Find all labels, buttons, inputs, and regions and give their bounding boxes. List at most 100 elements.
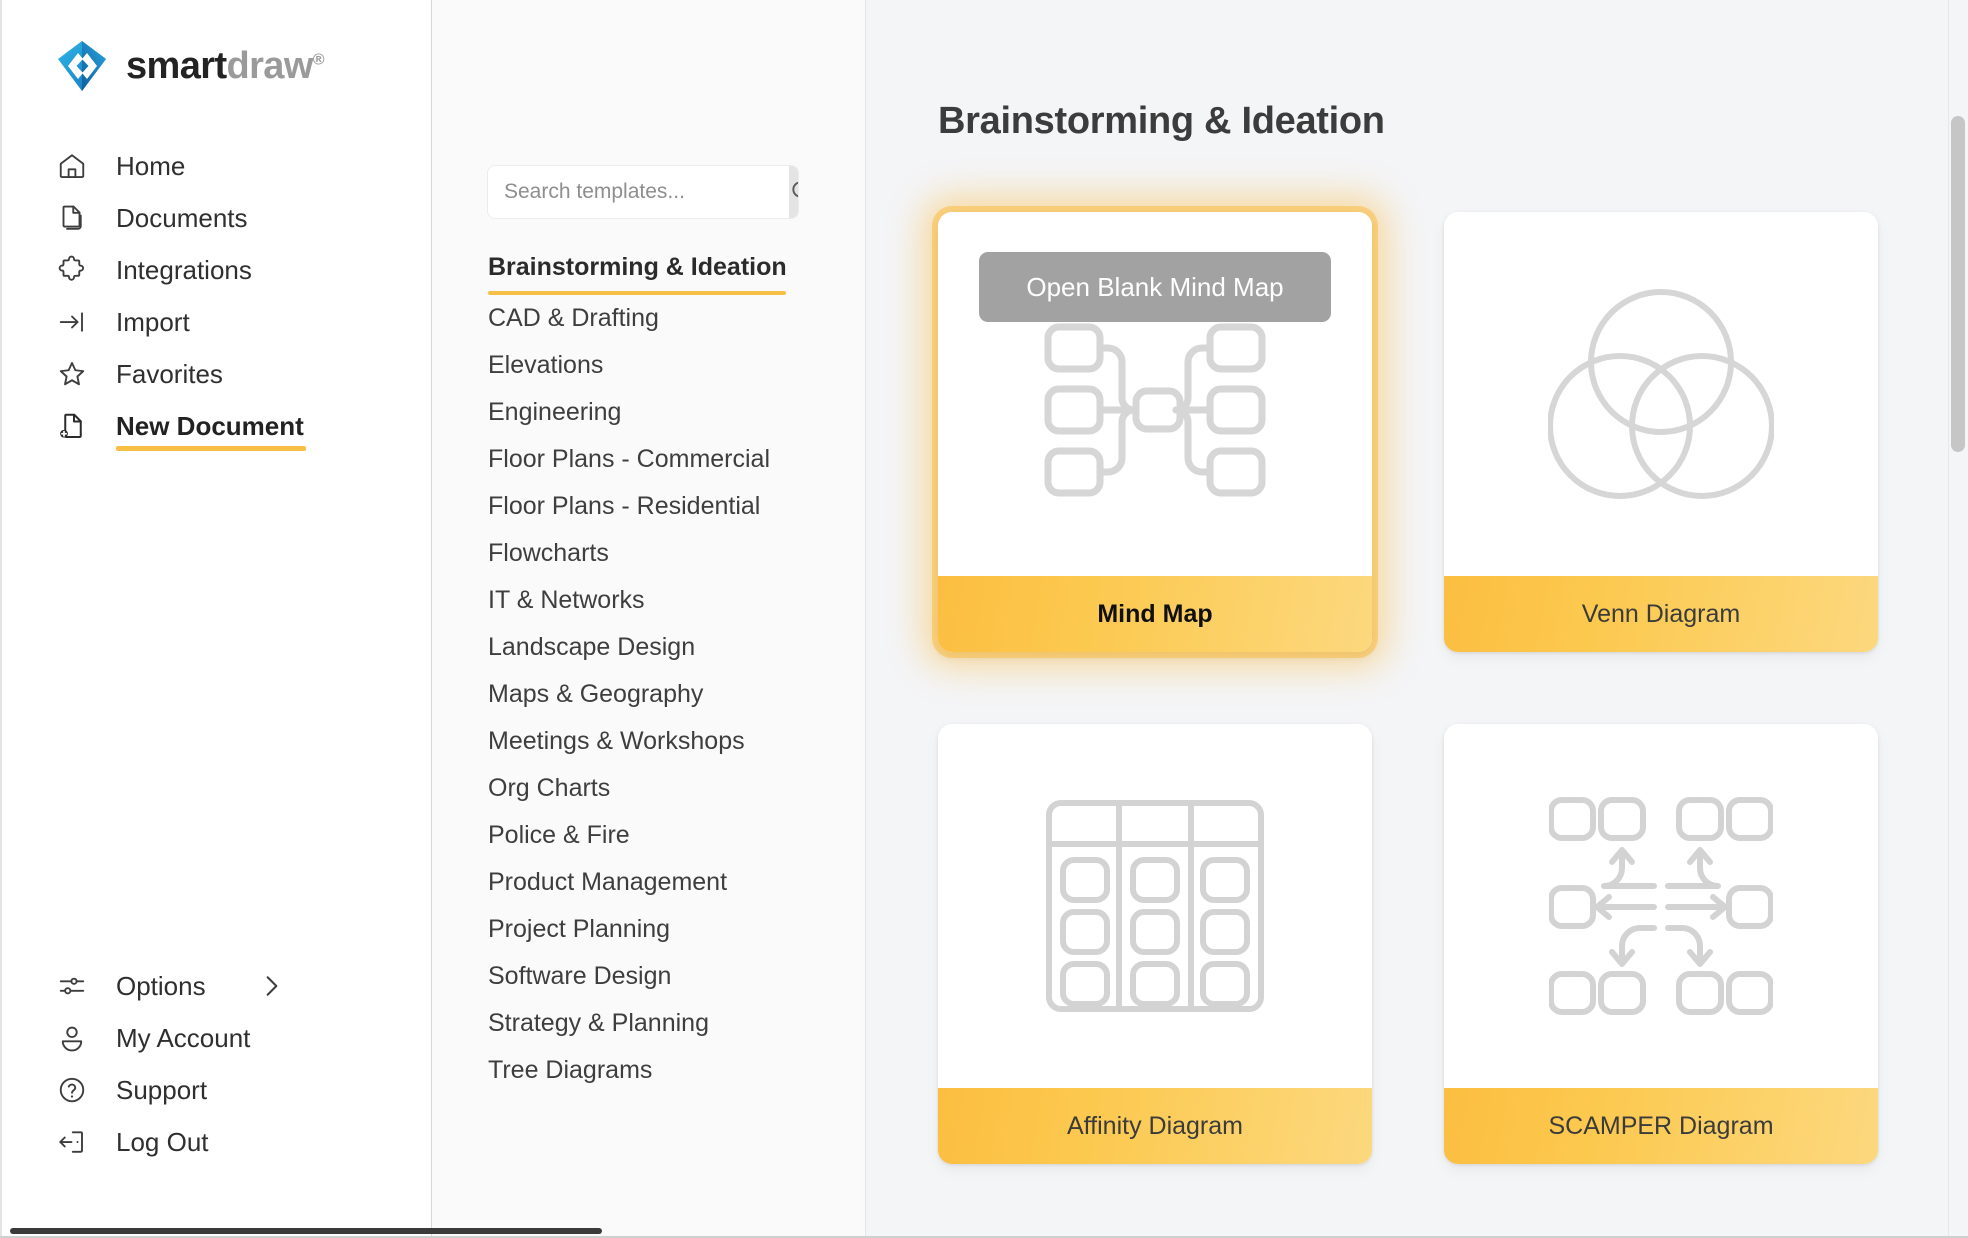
smartdraw-new-document-window: smartdraw® Home Documents Integrations I… bbox=[0, 0, 1968, 1238]
sidebar-item-integrations[interactable]: Integrations bbox=[0, 244, 431, 296]
template-category-panel: Brainstorming & Ideation CAD & Drafting El… bbox=[432, 0, 866, 1236]
affinity-diagram-icon bbox=[1044, 798, 1266, 1014]
category-item[interactable]: Maps & Geography bbox=[488, 682, 848, 729]
category-item[interactable]: Police & Fire bbox=[488, 823, 848, 870]
horizontal-scrollbar-thumb[interactable] bbox=[10, 1228, 602, 1234]
category-item[interactable]: Software Design bbox=[488, 964, 848, 1011]
search-templates-box[interactable] bbox=[488, 166, 798, 218]
sidebar-item-new-document[interactable]: New Document bbox=[0, 400, 431, 452]
category-list: Brainstorming & Ideation CAD & Drafting El… bbox=[488, 255, 848, 1105]
search-input[interactable] bbox=[488, 166, 789, 218]
sidebar-item-label: Log Out bbox=[116, 1127, 209, 1157]
brand-trademark: ® bbox=[312, 51, 325, 69]
template-card-label: Mind Map bbox=[938, 576, 1372, 652]
category-item-label: Product Management bbox=[488, 868, 728, 896]
template-gallery: Brainstorming & Ideation Open Blank Mind… bbox=[866, 0, 1968, 1236]
category-item-label: Org Charts bbox=[488, 774, 611, 802]
sidebar-item-log-out[interactable]: Log Out bbox=[0, 1116, 431, 1168]
star-icon bbox=[56, 358, 88, 390]
category-item-label: Floor Plans - Residential bbox=[488, 492, 761, 520]
integrations-puzzle-icon bbox=[56, 254, 88, 286]
sidebar-item-label: My Account bbox=[116, 1023, 251, 1053]
sidebar-primary-nav: Home Documents Integrations Import Favor… bbox=[0, 140, 431, 452]
category-item[interactable]: Elevations bbox=[488, 353, 848, 400]
brand-logo-area[interactable]: smartdraw® bbox=[0, 0, 431, 96]
template-card-grid: Open Blank Mind Map Mind Map Venn Diagra… bbox=[938, 212, 1878, 1164]
brand-word-draw: draw bbox=[226, 45, 314, 87]
template-card-label: Affinity Diagram bbox=[938, 1088, 1372, 1164]
category-item[interactable]: Meetings & Workshops bbox=[488, 729, 848, 776]
sidebar-item-label: Options bbox=[116, 971, 206, 1001]
sidebar-item-favorites[interactable]: Favorites bbox=[0, 348, 431, 400]
new-document-icon bbox=[56, 410, 88, 442]
template-card-label: Venn Diagram bbox=[1444, 576, 1878, 652]
category-item-label: Police & Fire bbox=[488, 821, 630, 849]
sidebar-secondary-nav: Options My Account Support Log Out bbox=[0, 960, 431, 1168]
window-left-edge bbox=[0, 0, 2, 1236]
brand-word-smart: smart bbox=[126, 45, 227, 87]
question-circle-icon bbox=[56, 1074, 88, 1106]
category-item-label: Brainstorming & Ideation bbox=[488, 253, 787, 281]
mind-map-icon bbox=[1040, 311, 1270, 511]
open-blank-mind-map-button[interactable]: Open Blank Mind Map bbox=[979, 252, 1331, 322]
import-arrow-icon bbox=[56, 306, 88, 338]
sidebar-item-label: Import bbox=[116, 307, 190, 337]
documents-icon bbox=[56, 202, 88, 234]
category-item-label: Flowcharts bbox=[488, 539, 609, 567]
category-item[interactable]: Brainstorming & Ideation bbox=[488, 255, 848, 306]
page-title: Brainstorming & Ideation bbox=[938, 100, 1385, 142]
category-item[interactable]: Floor Plans - Commercial bbox=[488, 447, 848, 494]
search-button[interactable] bbox=[789, 166, 798, 218]
sidebar-item-documents[interactable]: Documents bbox=[0, 192, 431, 244]
brand-wordmark: smartdraw® bbox=[126, 45, 325, 87]
template-card-venn-diagram[interactable]: Venn Diagram bbox=[1444, 212, 1878, 652]
template-card-scamper-diagram[interactable]: SCAMPER Diagram bbox=[1444, 724, 1878, 1164]
template-card-preview bbox=[1444, 724, 1878, 1088]
category-item[interactable]: Tree Diagrams bbox=[488, 1058, 848, 1105]
sidebar-item-import[interactable]: Import bbox=[0, 296, 431, 348]
venn-diagram-icon bbox=[1548, 284, 1774, 504]
sidebar-item-label: New Document bbox=[116, 411, 306, 451]
vertical-scrollbar-thumb[interactable] bbox=[1951, 116, 1965, 452]
category-item[interactable]: Strategy & Planning bbox=[488, 1011, 848, 1058]
category-item[interactable]: Engineering bbox=[488, 400, 848, 447]
search-icon bbox=[789, 178, 798, 207]
sidebar-item-my-account[interactable]: My Account bbox=[0, 1012, 431, 1064]
category-item-label: Strategy & Planning bbox=[488, 1009, 709, 1037]
template-card-mind-map[interactable]: Open Blank Mind Map Mind Map bbox=[938, 212, 1372, 652]
sidebar-item-home[interactable]: Home bbox=[0, 140, 431, 192]
category-item[interactable]: Org Charts bbox=[488, 776, 848, 823]
sidebar-item-label: Integrations bbox=[116, 255, 252, 285]
category-item-label: Engineering bbox=[488, 398, 622, 426]
category-item[interactable]: CAD & Drafting bbox=[488, 306, 848, 353]
category-item-label: Elevations bbox=[488, 351, 604, 379]
smartdraw-logo-icon bbox=[56, 40, 108, 92]
category-item[interactable]: Floor Plans - Residential bbox=[488, 494, 848, 541]
sidebar-item-label: Home bbox=[116, 151, 186, 181]
template-card-affinity-diagram[interactable]: Affinity Diagram bbox=[938, 724, 1372, 1164]
category-item[interactable]: Product Management bbox=[488, 870, 848, 917]
chevron-right-icon[interactable] bbox=[261, 971, 283, 1001]
category-item-label: Meetings & Workshops bbox=[488, 727, 745, 755]
category-item[interactable]: Flowcharts bbox=[488, 541, 848, 588]
scamper-diagram-icon bbox=[1549, 794, 1773, 1018]
category-active-underline bbox=[488, 291, 786, 295]
sidebar-item-support[interactable]: Support bbox=[0, 1064, 431, 1116]
template-card-label: SCAMPER Diagram bbox=[1444, 1088, 1878, 1164]
logout-icon bbox=[56, 1126, 88, 1158]
sidebar-item-label: Support bbox=[116, 1075, 208, 1105]
sidebar-item-label: Favorites bbox=[116, 359, 223, 389]
category-item-label: Tree Diagrams bbox=[488, 1056, 653, 1084]
template-card-preview bbox=[938, 724, 1372, 1088]
category-item-label: IT & Networks bbox=[488, 586, 645, 614]
category-item-label: Landscape Design bbox=[488, 633, 696, 661]
sidebar-item-options[interactable]: Options bbox=[0, 960, 431, 1012]
category-item-label: Floor Plans - Commercial bbox=[488, 445, 771, 473]
category-item[interactable]: Project Planning bbox=[488, 917, 848, 964]
category-item-label: Maps & Geography bbox=[488, 680, 704, 708]
category-item-label: Software Design bbox=[488, 962, 672, 990]
category-item[interactable]: IT & Networks bbox=[488, 588, 848, 635]
home-icon bbox=[56, 150, 88, 182]
category-item-label: CAD & Drafting bbox=[488, 304, 659, 332]
category-item[interactable]: Landscape Design bbox=[488, 635, 848, 682]
